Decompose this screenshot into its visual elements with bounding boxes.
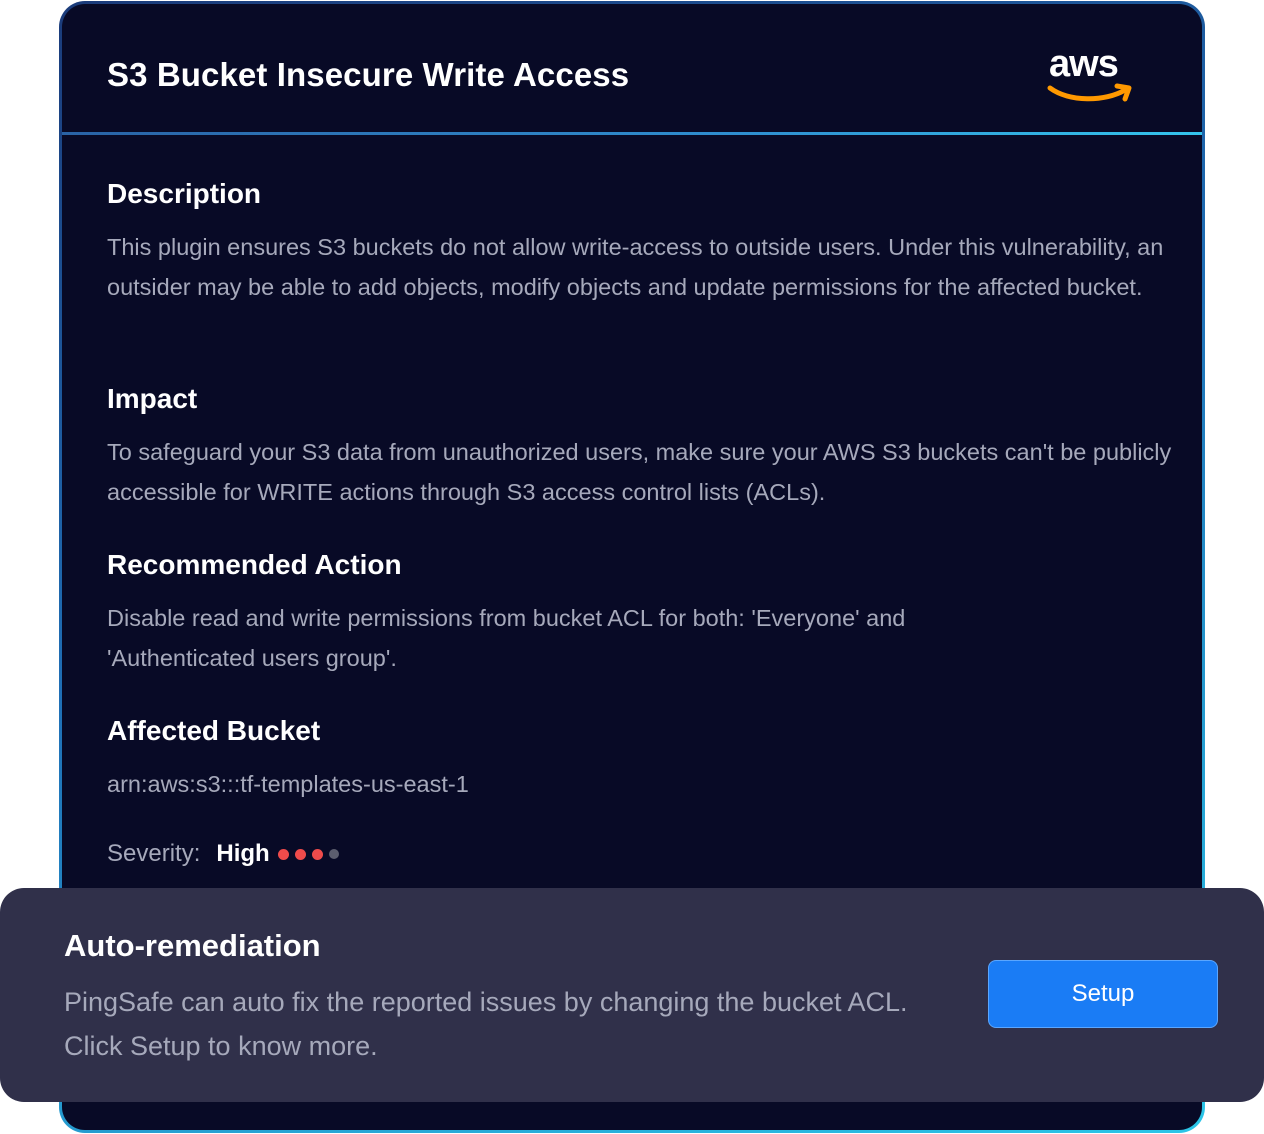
recommended-action-section: Recommended Action Disable read and writ… — [107, 548, 1177, 678]
auto-remediation-panel: Auto-remediation PingSafe can auto fix t… — [0, 888, 1264, 1102]
setup-button[interactable]: Setup — [988, 960, 1218, 1028]
severity-value: High — [216, 840, 270, 867]
impact-section: Impact To safeguard your S3 data from un… — [107, 382, 1177, 512]
severity-indicator — [277, 848, 345, 860]
affected-bucket-heading: Affected Bucket — [107, 715, 321, 746]
card-title: S3 Bucket Insecure Write Access — [107, 56, 630, 93]
page: S3 Bucket Insecure Write Access aws Desc… — [0, 0, 1264, 1134]
affected-bucket-arn: arn:aws:s3:::tf-templates-us-east-1 — [107, 771, 469, 797]
description-heading: Description — [107, 178, 262, 209]
description-section: Description This plugin ensures S3 bucke… — [107, 177, 1177, 307]
auto-remediation-text: PingSafe can auto fix the reported issue… — [64, 987, 908, 1061]
severity-dot-inactive — [328, 849, 339, 859]
severity-dot-active — [277, 848, 289, 860]
impact-heading: Impact — [107, 383, 198, 414]
recommended-action-text: Disable read and write permissions from … — [107, 605, 906, 671]
aws-smile-icon — [1047, 83, 1132, 102]
auto-remediation-title: Auto-remediation — [64, 928, 321, 963]
severity-dot-active — [294, 848, 306, 860]
severity-row: Severity: High — [107, 837, 345, 871]
description-text: This plugin ensures S3 buckets do not al… — [107, 234, 1164, 300]
aws-logo-text: aws — [1049, 43, 1119, 85]
header-divider — [62, 132, 1202, 135]
recommended-action-heading: Recommended Action — [107, 549, 402, 580]
aws-logo-icon: aws — [1047, 44, 1137, 104]
severity-dot-active — [311, 848, 323, 860]
severity-label: Severity: — [107, 840, 201, 867]
affected-bucket-section: Affected Bucket arn:aws:s3:::tf-template… — [107, 714, 1177, 804]
impact-text: To safeguard your S3 data from unauthori… — [107, 439, 1172, 505]
card-header: S3 Bucket Insecure Write Access aws — [62, 4, 1202, 132]
